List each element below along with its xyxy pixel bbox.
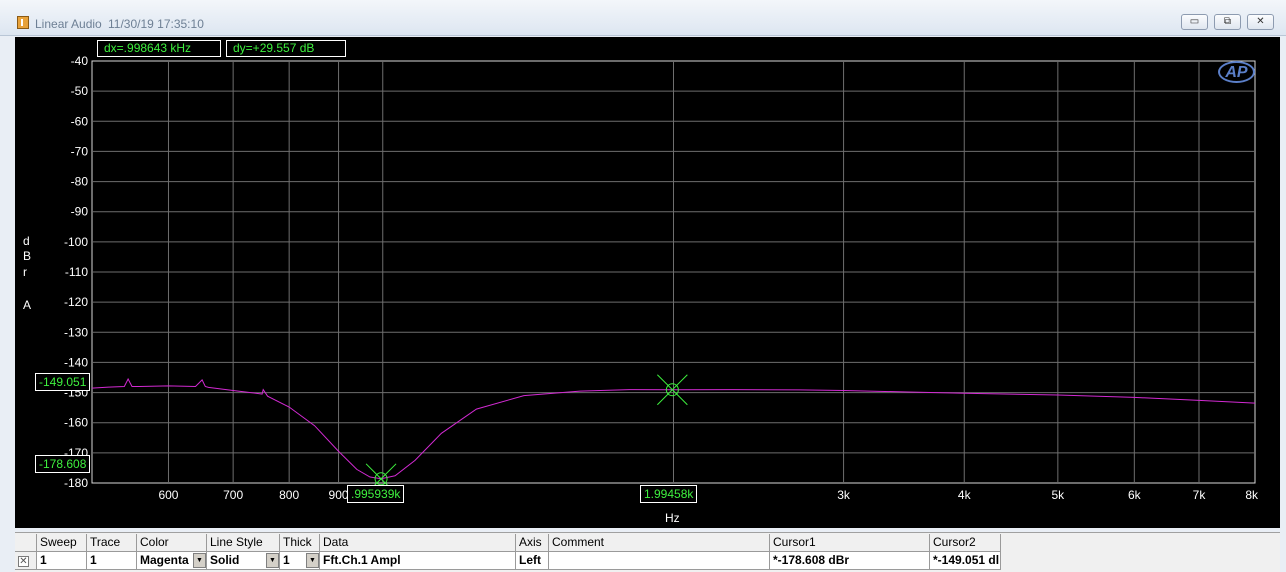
y-unit-letter-r: r — [23, 265, 27, 279]
restore-button[interactable]: ⧉ — [1214, 14, 1241, 30]
header-line-style[interactable]: Line Style — [207, 534, 280, 552]
x-tick-label: 3k — [837, 488, 851, 502]
cursor1-y-label: -178.608 — [35, 455, 91, 473]
line-style-dropdown-icon[interactable]: ▼ — [266, 553, 279, 568]
x-tick-label: 6k — [1128, 488, 1142, 502]
restore-icon: ⧉ — [1223, 16, 1232, 27]
cursor2-x-label: 1.99458k — [640, 485, 698, 503]
title-bar: Linear Audio 11/30/19 17:35:10 ▭ ⧉ ✕ — [0, 0, 1286, 36]
table-header: Sweep Trace Color Line Style Thick Data … — [15, 534, 1001, 552]
color-dropdown-icon[interactable]: ▼ — [193, 553, 206, 568]
header-trace[interactable]: Trace — [87, 534, 137, 552]
cell-sweep[interactable]: 1 — [37, 552, 87, 570]
y-tick-label: -180 — [64, 476, 88, 490]
y-unit-letter-a: A — [23, 298, 32, 312]
y-tick-label: -40 — [71, 54, 89, 68]
cell-line-style[interactable]: Solid ▼ — [207, 552, 280, 570]
y-unit-letter-b: B — [23, 249, 32, 263]
x-tick-label: 700 — [223, 488, 243, 502]
cursor1-x-label: .995939k — [347, 485, 405, 503]
x-tick-label: 600 — [158, 488, 178, 502]
header-thick[interactable]: Thick — [280, 534, 320, 552]
thick-value: 1 — [283, 553, 290, 567]
color-value: Magenta — [140, 553, 189, 567]
x-tick-label: 5k — [1052, 488, 1066, 502]
fft-plot[interactable]: -40 -50 -60 -70 -80 -90 -100 -110 -120 -130 -140 -1… — [15, 37, 1280, 528]
y-tick-label: -70 — [71, 144, 89, 158]
row-checkbox-cell[interactable]: ✕ — [15, 552, 37, 570]
cell-axis[interactable]: Left — [516, 552, 549, 570]
y-tick-label: -90 — [71, 205, 89, 219]
window-title: Linear Audio — [35, 17, 102, 31]
x-tick-label: 800 — [279, 488, 299, 502]
cell-cursor1[interactable]: *-178.608 dBr — [770, 552, 930, 570]
cell-thick[interactable]: 1 ▼ — [280, 552, 320, 570]
cell-comment[interactable] — [549, 552, 770, 570]
table-row[interactable]: ✕ 1 1 Magenta ▼ Solid ▼ 1 ▼ Fft.Ch.1 Ampl L… — [15, 552, 1001, 570]
header-cursor1[interactable]: Cursor1 — [770, 534, 930, 552]
x-tick-label: 8k — [1245, 488, 1259, 502]
header-data[interactable]: Data — [320, 534, 516, 552]
header-cursor2[interactable]: Cursor2 — [930, 534, 1001, 552]
cursor2-y-label: -149.051 — [35, 373, 91, 391]
cell-cursor2[interactable]: *-149.051 dl — [930, 552, 1001, 570]
thick-dropdown-icon[interactable]: ▼ — [306, 553, 319, 568]
header-comment[interactable]: Comment — [549, 534, 770, 552]
trace-enable-checkbox[interactable]: ✕ — [18, 556, 29, 567]
app-icon — [17, 16, 29, 29]
cell-trace[interactable]: 1 — [87, 552, 137, 570]
minimize-icon: ▭ — [1189, 16, 1200, 27]
line-style-value: Solid — [210, 553, 240, 567]
header-color[interactable]: Color — [137, 534, 207, 552]
header-axis[interactable]: Axis — [516, 534, 549, 552]
y-tick-label: -140 — [64, 355, 88, 369]
x-tick-label: 7k — [1193, 488, 1207, 502]
y-tick-label: -120 — [64, 295, 88, 309]
cell-data[interactable]: Fft.Ch.1 Ampl — [320, 552, 516, 570]
window-timestamp: 11/30/19 17:35:10 — [108, 17, 204, 31]
ap-logo: AP — [1218, 61, 1255, 83]
x-axis-unit: Hz — [665, 511, 680, 525]
graph-area[interactable]: -40 -50 -60 -70 -80 -90 -100 -110 -120 -130 -140 -1… — [15, 37, 1280, 528]
y-unit-letter-d: d — [23, 234, 30, 248]
dy-readout: dy=+29.557 dB — [226, 40, 346, 57]
close-icon: ✕ — [1256, 16, 1265, 27]
x-tick-label: 4k — [958, 488, 972, 502]
header-checkbox-col — [15, 534, 37, 552]
close-button[interactable]: ✕ — [1247, 14, 1274, 30]
x-tick-label: 900 — [329, 488, 349, 502]
y-tick-label: -130 — [64, 325, 88, 339]
y-tick-label: -160 — [64, 416, 88, 430]
y-tick-label: -50 — [71, 84, 89, 98]
minimize-button[interactable]: ▭ — [1181, 14, 1208, 30]
dx-readout: dx=.998643 kHz — [97, 40, 221, 57]
cell-color[interactable]: Magenta ▼ — [137, 552, 207, 570]
header-sweep[interactable]: Sweep — [37, 534, 87, 552]
y-tick-label: -80 — [71, 175, 89, 189]
trace-table: Sweep Trace Color Line Style Thick Data … — [15, 532, 1280, 572]
y-tick-label: -100 — [64, 235, 88, 249]
y-tick-label: -110 — [65, 265, 88, 279]
y-tick-label: -60 — [71, 114, 89, 128]
